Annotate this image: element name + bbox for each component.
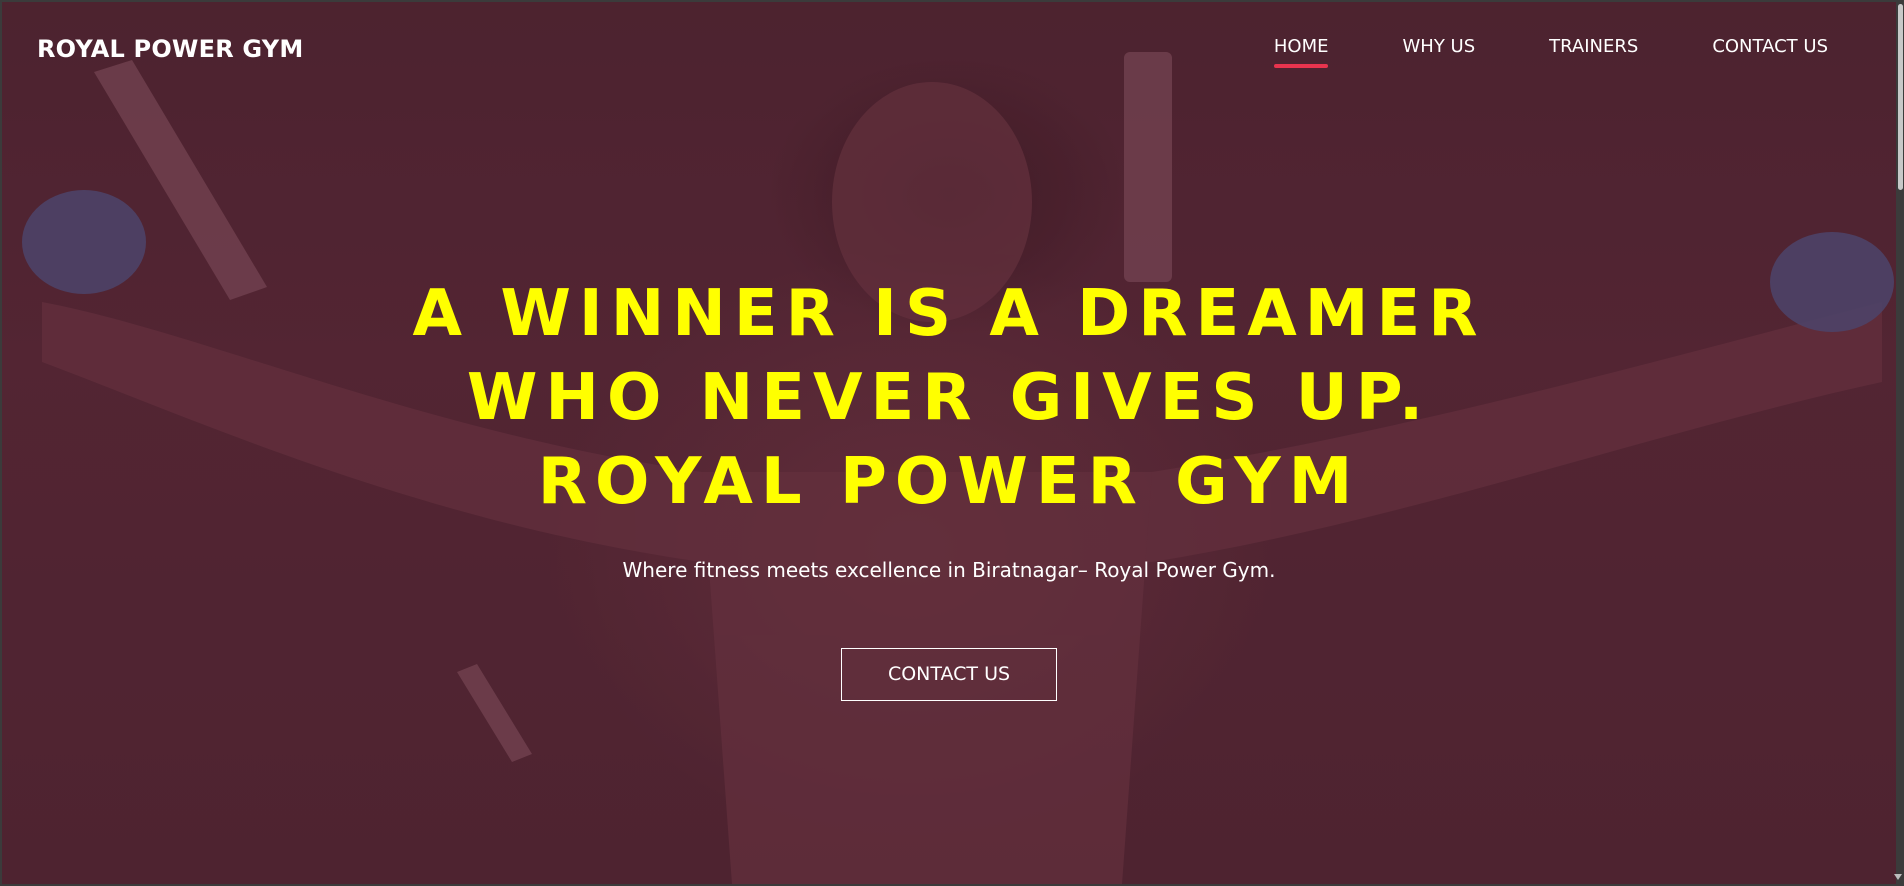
contact-us-button[interactable]: CONTACT US <box>841 648 1057 701</box>
nav-menu: HOME WHY US TRAINERS CONTACT US <box>1273 36 1828 68</box>
nav-item-home[interactable]: HOME <box>1273 36 1328 68</box>
hero-content: A WINNER IS A DREAMER WHO NEVER GIVES UP… <box>2 272 1896 701</box>
hero-headline-line-3: ROYAL POWER GYM <box>537 445 1361 519</box>
nav-item-contact-us[interactable]: CONTACT US <box>1712 36 1828 57</box>
hero-headline-line-1: A WINNER IS A DREAMER <box>412 277 1486 351</box>
scroll-down-arrow-icon[interactable] <box>1894 874 1902 880</box>
hero-subtext: Where fitness meets excellence in Biratn… <box>622 558 1276 582</box>
nav-item-why-us[interactable]: WHY US <box>1402 36 1475 57</box>
browser-viewport: ROYAL POWER GYM HOME WHY US TRAINERS CON… <box>2 2 1896 884</box>
hero-headline-line-2: WHO NEVER GIVES UP. <box>466 361 1432 435</box>
hero-headline: A WINNER IS A DREAMER WHO NEVER GIVES UP… <box>2 272 1896 524</box>
page-scrollbar[interactable] <box>1894 0 1904 886</box>
brand-logo[interactable]: ROYAL POWER GYM <box>37 35 303 63</box>
top-navbar: ROYAL POWER GYM HOME WHY US TRAINERS CON… <box>2 2 1896 98</box>
nav-item-trainers[interactable]: TRAINERS <box>1549 36 1638 57</box>
scrollbar-thumb[interactable] <box>1898 4 1903 190</box>
